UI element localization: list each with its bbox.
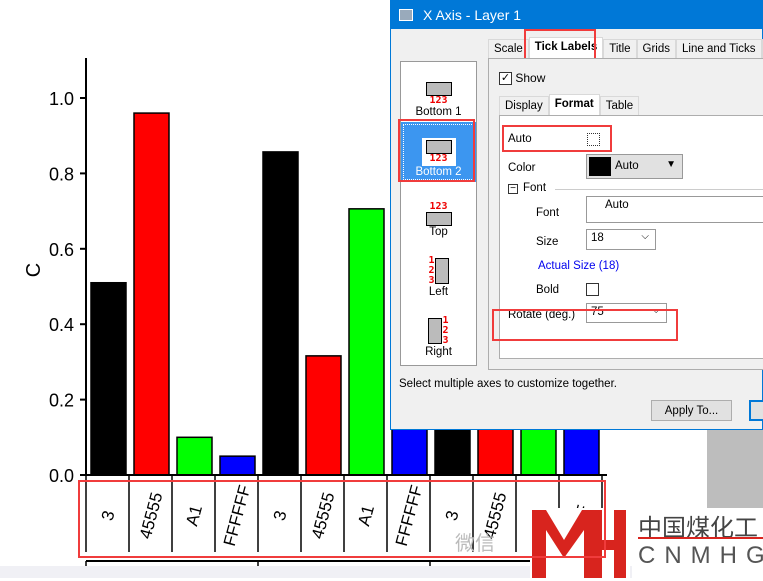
color-value: Auto <box>615 160 639 172</box>
bold-checkbox[interactable] <box>586 283 599 296</box>
y-tick-label: 0.2 <box>49 391 74 411</box>
dialog-title: X Axis - Layer 1 <box>423 7 522 23</box>
size-label: Size <box>536 236 559 248</box>
color-label: Color <box>508 162 536 174</box>
checkmark-icon: ✓ <box>499 72 512 86</box>
y-tick-label: 0.0 <box>49 466 74 486</box>
y-tick-label: 0.8 <box>49 164 74 184</box>
bar-A-3 <box>90 281 127 476</box>
y-tick-label: 1.0 <box>49 89 74 109</box>
font-field[interactable]: Auto <box>586 196 763 223</box>
tab-title[interactable]: Title <box>603 39 637 59</box>
y-tick-label: 0.6 <box>49 240 74 260</box>
actual-size-link[interactable]: Actual Size (18) <box>538 260 619 272</box>
axis-label: Bottom 1 <box>415 106 462 118</box>
axis-item-right[interactable]: 1 2 3 Right <box>401 302 476 362</box>
chevron-down-icon: ⌵ <box>641 231 649 242</box>
show-checkbox[interactable]: ✓ Show <box>499 71 546 86</box>
axis-label: Left <box>428 286 449 298</box>
ok-button[interactable] <box>749 400 763 421</box>
bottom-axis-icon: 123 <box>425 82 452 106</box>
axis-label: Right <box>425 346 452 358</box>
hint-text: Select multiple axes to customize togeth… <box>399 378 617 390</box>
tab-scale[interactable]: Scale <box>488 39 529 59</box>
subtab-format[interactable]: Format <box>548 94 600 115</box>
color-dropdown[interactable]: Auto ▼ <box>586 154 683 179</box>
font-group-label: Font <box>523 182 547 194</box>
bar-B-3 <box>262 151 299 476</box>
dialog-titlebar[interactable]: X Axis - Layer 1 <box>391 1 762 29</box>
size-value: 18 <box>591 232 604 244</box>
highlight-tick-labels-tab <box>524 29 596 61</box>
dropdown-arrow-icon: ▼ <box>666 159 676 170</box>
highlight-bottom2 <box>398 119 475 182</box>
size-dropdown[interactable]: 18 ⌵ <box>586 229 656 250</box>
bold-label: Bold <box>536 284 560 296</box>
left-axis-icon: 123 <box>428 256 449 286</box>
axis-item-left[interactable]: 1 2 3 Left <box>401 242 476 302</box>
color-swatch <box>589 157 611 176</box>
highlight-rotate <box>492 309 678 341</box>
right-axis-icon: 123 <box>428 316 449 346</box>
subtab-table[interactable]: Table <box>599 96 640 115</box>
bar-B-A1 <box>348 208 385 476</box>
highlight-auto <box>502 125 612 152</box>
x-axis-dialog: X Axis - Layer 1 Scale Tick Labels Title… <box>390 0 763 430</box>
sub-tabs: Display Format Table <box>499 94 640 115</box>
bar-A-45555 <box>133 112 170 476</box>
bar-A-A1 <box>176 436 213 476</box>
apply-to-button[interactable]: Apply To... <box>651 400 732 421</box>
collapse-icon[interactable]: − <box>508 184 518 194</box>
logo-en-text: CNMHG <box>638 542 763 569</box>
subtab-display[interactable]: Display <box>499 96 549 115</box>
axis-item-top[interactable]: 123 Top <box>401 182 476 242</box>
tab-grids[interactable]: Grids <box>636 39 677 59</box>
bar-A-FFFFFF <box>219 455 256 476</box>
axis-list: 123 Bottom 1 123 Bottom 2 123 Top 1 2 3 Left 1… <box>400 61 477 366</box>
y-axis-title: C <box>23 263 45 277</box>
top-axis-icon: 123 <box>425 202 452 226</box>
bar-B-45555 <box>305 355 342 476</box>
tab-line-and-ticks[interactable]: Line and Ticks <box>676 39 762 59</box>
app-icon <box>399 9 413 21</box>
axis-item-bottom1[interactable]: 123 Bottom 1 <box>401 62 476 122</box>
highlight-tick-labels <box>78 480 606 558</box>
axis-label: Top <box>429 226 448 238</box>
font-label: Font <box>536 207 560 219</box>
show-label: Show <box>515 71 546 85</box>
y-tick-label: 0.4 <box>49 315 74 335</box>
